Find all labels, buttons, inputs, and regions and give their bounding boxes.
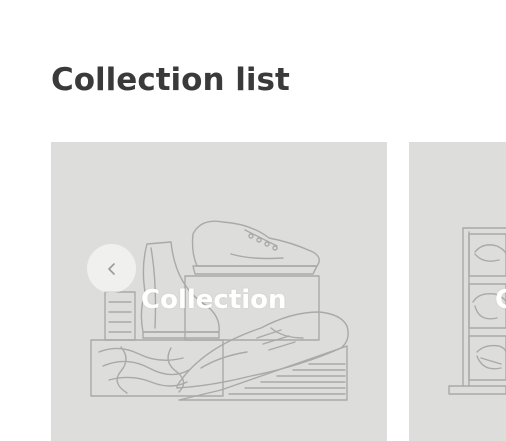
collection-title[interactable]: Collection (495, 285, 506, 315)
section-title: Collection list (51, 62, 290, 98)
collection-title[interactable]: Collection (141, 285, 287, 315)
collection-card[interactable]: Collection (51, 142, 387, 441)
carousel-prev-button[interactable] (87, 244, 136, 293)
glasses-illustration (448, 227, 506, 395)
collection-card[interactable]: Collection (409, 142, 506, 441)
chevron-left-icon (107, 262, 115, 275)
